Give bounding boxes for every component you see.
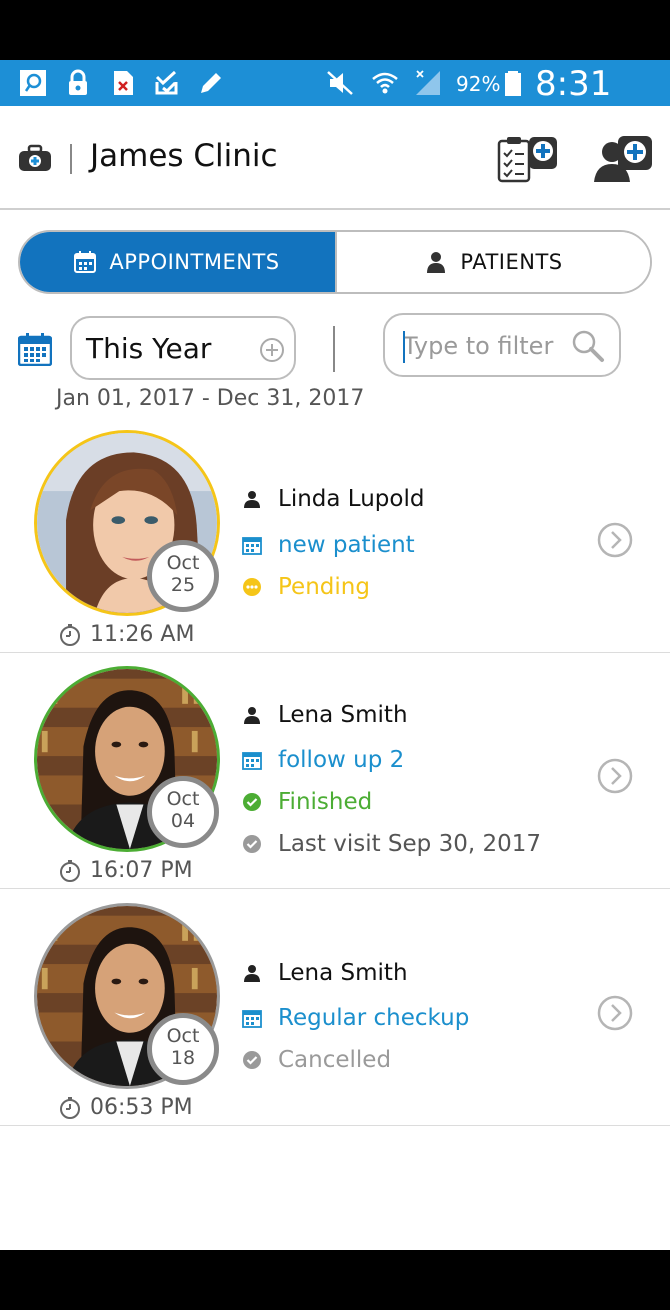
app-screen: James Clinic APPOINTMENTS PATIENTS This … bbox=[0, 106, 670, 1250]
date-range: Jan 01, 2017 - Dec 31, 2017 bbox=[56, 386, 365, 411]
status-row: Cancelled bbox=[242, 1047, 391, 1073]
appointment-type-row: new patient bbox=[242, 532, 415, 558]
date-day: 25 bbox=[170, 574, 196, 596]
calendar-icon bbox=[242, 1010, 262, 1028]
date-badge: Oct 18 bbox=[147, 1013, 219, 1085]
pencil-icon bbox=[196, 68, 226, 98]
appointment-row[interactable]: Oct 25 11:26 AM Linda Lupold new patient… bbox=[0, 416, 670, 653]
stopwatch-icon bbox=[60, 859, 80, 882]
file-error-icon bbox=[108, 68, 138, 98]
chevron-right-icon[interactable] bbox=[597, 995, 633, 1031]
appointment-type: Regular checkup bbox=[278, 1005, 470, 1031]
status-label: Finished bbox=[278, 789, 373, 815]
appointment-type: new patient bbox=[278, 532, 415, 558]
date-month: Oct bbox=[166, 788, 200, 810]
patient-name: Linda Lupold bbox=[278, 486, 425, 512]
medkit-icon bbox=[19, 144, 51, 171]
tab-appointments[interactable]: APPOINTMENTS bbox=[20, 232, 335, 292]
plus-circle-icon bbox=[260, 338, 284, 362]
date-day: 04 bbox=[170, 810, 196, 832]
person-icon bbox=[244, 965, 260, 982]
text-cursor bbox=[403, 331, 405, 363]
chevron-right-icon[interactable] bbox=[597, 758, 633, 794]
search-icon[interactable] bbox=[571, 329, 605, 363]
date-badge: Oct 25 bbox=[147, 540, 219, 612]
person-icon bbox=[244, 491, 260, 508]
calendar-icon bbox=[242, 537, 262, 555]
signal-icon bbox=[413, 68, 443, 98]
status-row: Finished bbox=[242, 789, 372, 815]
last-visit-label: Last visit Sep 30, 2017 bbox=[278, 831, 542, 857]
stopwatch-icon bbox=[60, 1096, 80, 1119]
chevron-right-icon[interactable] bbox=[597, 522, 633, 558]
appointment-row[interactable]: Oct 18 06:53 PM Lena Smith Regular check… bbox=[0, 889, 670, 1126]
clinic-title: James Clinic bbox=[90, 138, 278, 174]
filter-input[interactable] bbox=[403, 327, 573, 365]
bottom-bezel bbox=[0, 1250, 670, 1310]
top-bezel bbox=[0, 0, 670, 60]
calendar-icon bbox=[242, 752, 262, 770]
time-label: 11:26 AM bbox=[90, 622, 195, 647]
date-badge: Oct 04 bbox=[147, 776, 219, 848]
status-bar: 92% 8:31 PM bbox=[0, 60, 670, 144]
header-divider bbox=[70, 144, 72, 174]
tab-appointments-label: APPOINTMENTS bbox=[109, 250, 280, 274]
tab-patients-label: PATIENTS bbox=[460, 250, 563, 274]
appointment-time: 11:26 AM bbox=[58, 622, 194, 647]
last-visit-row: Last visit Sep 30, 2017 bbox=[242, 831, 541, 857]
period-label: This Year bbox=[86, 332, 212, 365]
check-circle-icon bbox=[243, 793, 261, 811]
date-month: Oct bbox=[166, 552, 200, 574]
appointment-time: 16:07 PM bbox=[58, 858, 193, 883]
appointment-type-row: follow up 2 bbox=[242, 747, 404, 773]
task-check-icon bbox=[152, 68, 182, 98]
wifi-icon bbox=[370, 68, 400, 98]
battery-percent: 92% bbox=[456, 72, 501, 96]
tab-patients[interactable]: PATIENTS bbox=[335, 232, 650, 292]
add-appointment-icon[interactable] bbox=[496, 134, 560, 184]
appointment-type-row: Regular checkup bbox=[242, 1005, 469, 1031]
header: James Clinic bbox=[0, 106, 670, 210]
search-app-icon bbox=[18, 68, 48, 98]
check-circle-icon bbox=[243, 1051, 261, 1069]
mute-icon bbox=[325, 68, 355, 98]
appointment-type: follow up 2 bbox=[278, 747, 405, 773]
date-month: Oct bbox=[166, 1025, 200, 1047]
status-label: Pending bbox=[278, 574, 370, 600]
lock-icon bbox=[63, 68, 93, 98]
time-label: 16:07 PM bbox=[90, 858, 193, 883]
date-day: 18 bbox=[170, 1047, 196, 1069]
patient-name: Lena Smith bbox=[278, 702, 408, 728]
filter-divider bbox=[333, 326, 335, 372]
calendar-icon bbox=[74, 251, 97, 273]
person-icon bbox=[427, 252, 446, 273]
calendar-picker-icon[interactable] bbox=[18, 332, 52, 366]
add-patient-icon[interactable] bbox=[592, 134, 656, 184]
pending-icon bbox=[243, 578, 261, 596]
patient-name-row: Linda Lupold bbox=[242, 486, 424, 512]
appointment-time: 06:53 PM bbox=[58, 1095, 193, 1120]
tab-bar: APPOINTMENTS PATIENTS bbox=[18, 230, 652, 294]
patient-name-row: Lena Smith bbox=[242, 702, 408, 728]
stopwatch-icon bbox=[60, 623, 80, 646]
filter-field bbox=[383, 313, 621, 377]
patient-name: Lena Smith bbox=[278, 960, 408, 986]
status-label: Cancelled bbox=[278, 1047, 392, 1073]
status-row: Pending bbox=[242, 574, 370, 600]
person-icon bbox=[244, 707, 260, 724]
period-selector[interactable]: This Year bbox=[70, 316, 296, 380]
time-label: 06:53 PM bbox=[90, 1095, 193, 1120]
appointment-row[interactable]: Oct 04 16:07 PM Lena Smith follow up 2 F… bbox=[0, 652, 670, 889]
battery-icon bbox=[498, 68, 528, 98]
check-circle-icon bbox=[243, 835, 261, 853]
patient-name-row: Lena Smith bbox=[242, 960, 408, 986]
